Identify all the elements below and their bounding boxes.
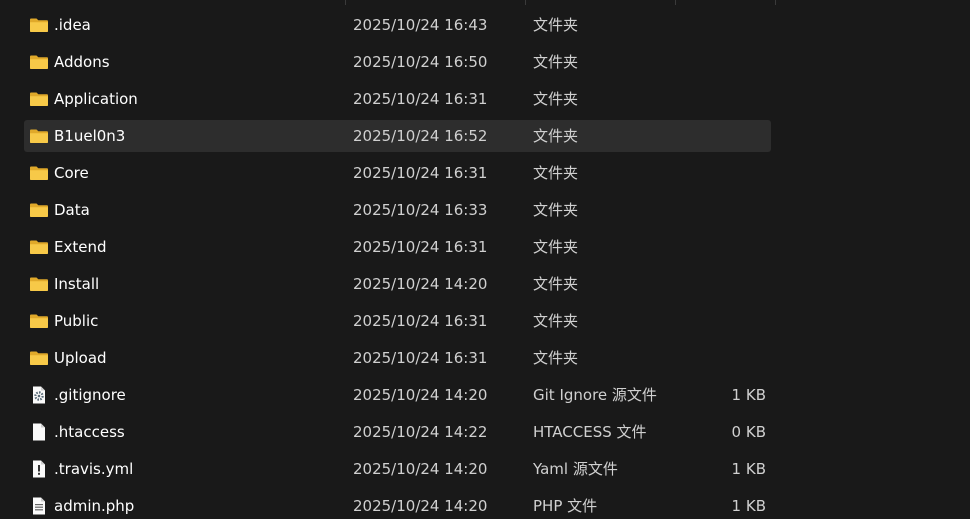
file-name: .travis.yml	[54, 460, 134, 478]
file-row[interactable]: Data 2025/10/24 16:33 文件夹	[24, 194, 771, 226]
folder-icon	[29, 312, 49, 330]
file-modified-date: 2025/10/24 14:20	[353, 386, 488, 404]
file-row[interactable]: admin.php 2025/10/24 14:20 PHP 文件 1 KB	[24, 490, 771, 519]
folder-icon	[29, 201, 49, 219]
file-row[interactable]: Upload 2025/10/24 16:31 文件夹	[24, 342, 771, 374]
file-row[interactable]: .idea 2025/10/24 16:43 文件夹	[24, 9, 771, 41]
file-name: B1uel0n3	[54, 127, 126, 145]
file-name: Install	[54, 275, 100, 293]
file-row[interactable]: .htaccess 2025/10/24 14:22 HTACCESS 文件 0 KB	[24, 416, 771, 448]
file-type: Git Ignore 源文件	[533, 386, 657, 404]
file-modified-date: 2025/10/24 16:31	[353, 312, 488, 330]
file-type: 文件夹	[533, 53, 579, 71]
blank-file-icon	[29, 423, 49, 441]
file-name: Extend	[54, 238, 107, 256]
file-size: 1 KB	[731, 460, 766, 478]
file-row[interactable]: Addons 2025/10/24 16:50 文件夹	[24, 46, 771, 78]
folder-icon	[29, 16, 49, 34]
file-row[interactable]: Application 2025/10/24 16:31 文件夹	[24, 83, 771, 115]
file-type: 文件夹	[533, 164, 579, 182]
file-type: 文件夹	[533, 238, 579, 256]
folder-icon	[29, 238, 49, 256]
file-type: 文件夹	[533, 201, 579, 219]
file-type: 文件夹	[533, 312, 579, 330]
column-divider-size-end[interactable]	[775, 0, 776, 5]
file-name: Application	[54, 90, 138, 108]
file-row[interactable]: Install 2025/10/24 14:20 文件夹	[24, 268, 771, 300]
file-row[interactable]: .gitignore 2025/10/24 14:20 Git Ignore 源文件…	[24, 379, 771, 411]
file-name: .idea	[54, 16, 91, 34]
file-row[interactable]: B1uel0n3 2025/10/24 16:52 文件夹	[24, 120, 771, 152]
file-name: Core	[54, 164, 89, 182]
file-type: 文件夹	[533, 349, 579, 367]
file-modified-date: 2025/10/24 16:33	[353, 201, 488, 219]
file-modified-date: 2025/10/24 16:52	[353, 127, 488, 145]
folder-icon	[29, 53, 49, 71]
file-modified-date: 2025/10/24 16:31	[353, 349, 488, 367]
file-size: 1 KB	[731, 497, 766, 515]
file-size: 1 KB	[731, 386, 766, 404]
file-size: 0 KB	[731, 423, 766, 441]
file-modified-date: 2025/10/24 16:43	[353, 16, 488, 34]
file-name: .gitignore	[54, 386, 126, 404]
config-file-icon	[29, 386, 49, 404]
folder-icon	[29, 164, 49, 182]
file-row[interactable]: Extend 2025/10/24 16:31 文件夹	[24, 231, 771, 263]
file-type: Yaml 源文件	[533, 460, 618, 478]
file-type: HTACCESS 文件	[533, 423, 647, 441]
file-modified-date: 2025/10/24 16:50	[353, 53, 488, 71]
file-type: 文件夹	[533, 90, 579, 108]
file-name: Public	[54, 312, 99, 330]
file-row[interactable]: .travis.yml 2025/10/24 14:20 Yaml 源文件 1 KB	[24, 453, 771, 485]
file-name: Addons	[54, 53, 110, 71]
file-name: Data	[54, 201, 90, 219]
column-divider-type-end[interactable]	[675, 0, 676, 5]
file-modified-date: 2025/10/24 14:20	[353, 460, 488, 478]
column-divider-name-end[interactable]	[345, 0, 346, 5]
file-row[interactable]: Public 2025/10/24 16:31 文件夹	[24, 305, 771, 337]
file-name: .htaccess	[54, 423, 125, 441]
file-modified-date: 2025/10/24 14:20	[353, 497, 488, 515]
file-modified-date: 2025/10/24 14:20	[353, 275, 488, 293]
file-modified-date: 2025/10/24 16:31	[353, 164, 488, 182]
column-divider-date-end[interactable]	[525, 0, 526, 5]
file-modified-date: 2025/10/24 14:22	[353, 423, 488, 441]
folder-icon	[29, 127, 49, 145]
file-type: 文件夹	[533, 127, 579, 145]
warning-file-icon	[29, 460, 49, 478]
file-type: PHP 文件	[533, 497, 598, 515]
file-type: 文件夹	[533, 16, 579, 34]
folder-icon	[29, 90, 49, 108]
file-row[interactable]: Core 2025/10/24 16:31 文件夹	[24, 157, 771, 189]
folder-icon	[29, 349, 49, 367]
file-modified-date: 2025/10/24 16:31	[353, 238, 488, 256]
file-name: admin.php	[54, 497, 135, 515]
text-file-icon	[29, 497, 49, 515]
file-modified-date: 2025/10/24 16:31	[353, 90, 488, 108]
file-name: Upload	[54, 349, 107, 367]
folder-icon	[29, 275, 49, 293]
file-type: 文件夹	[533, 275, 579, 293]
